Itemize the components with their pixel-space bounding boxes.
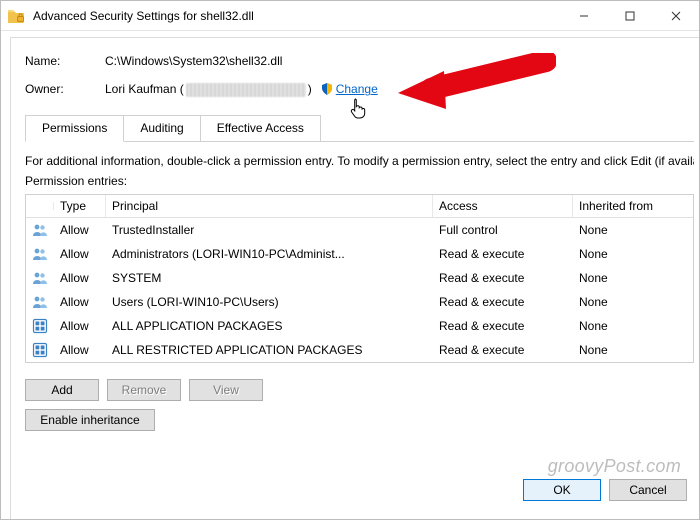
cancel-button[interactable]: Cancel [609,479,687,501]
table-row[interactable]: AllowUsers (LORI-WIN10-PC\Users)Read & e… [26,290,693,314]
package-icon [26,314,54,338]
table-row[interactable]: AllowALL RESTRICTED APPLICATION PACKAGES… [26,338,693,362]
owner-row: Owner: Lori Kaufman () Change [25,82,694,97]
entry-buttons: Add Remove View [25,379,694,401]
name-row: Name: C:\Windows\System32\shell32.dll [25,54,694,68]
package-icon [26,338,54,362]
owner-name-suffix: ) [308,82,312,96]
table-row[interactable]: AllowTrustedInstallerFull controlNone [26,218,693,242]
title-bar: Advanced Security Settings for shell32.d… [1,1,699,31]
table-row[interactable]: AllowAdministrators (LORI-WIN10-PC\Admin… [26,242,693,266]
cell-type: Allow [54,219,106,241]
col-type[interactable]: Type [54,195,106,217]
permission-entries-table[interactable]: Type Principal Access Inherited from All… [25,194,694,363]
users-icon [26,290,54,314]
cell-inherited: None [573,291,693,313]
cell-type: Allow [54,315,106,337]
cell-principal: ALL APPLICATION PACKAGES [106,315,433,337]
owner-name-prefix: Lori Kaufman ( [105,82,184,96]
tab-permissions[interactable]: Permissions [25,115,124,142]
window-frame: Advanced Security Settings for shell32.d… [0,0,700,520]
cell-inherited: None [573,243,693,265]
folder-lock-icon [7,7,25,25]
owner-account-redacted [186,83,306,97]
tab-effective-access[interactable]: Effective Access [200,115,321,142]
table-row[interactable]: AllowALL APPLICATION PACKAGESRead & exec… [26,314,693,338]
change-owner-link[interactable]: Change [336,82,378,96]
remove-button: Remove [107,379,181,401]
col-principal[interactable]: Principal [106,195,433,217]
minimize-button[interactable] [561,1,607,30]
inheritance-buttons: Enable inheritance [25,409,694,431]
close-button[interactable] [653,1,699,30]
cell-type: Allow [54,291,106,313]
dialog-footer: OK Cancel [523,479,687,501]
cell-type: Allow [54,267,106,289]
window-title: Advanced Security Settings for shell32.d… [33,9,561,23]
cell-inherited: None [573,267,693,289]
table-header: Type Principal Access Inherited from [26,195,693,218]
view-button: View [189,379,263,401]
cell-inherited: None [573,219,693,241]
users-icon [26,242,54,266]
col-access[interactable]: Access [433,195,573,217]
table-body: AllowTrustedInstallerFull controlNoneAll… [26,218,693,362]
cell-access: Read & execute [433,291,573,313]
ok-button[interactable]: OK [523,479,601,501]
cell-access: Read & execute [433,243,573,265]
cell-principal: SYSTEM [106,267,433,289]
cell-principal: TrustedInstaller [106,219,433,241]
name-label: Name: [25,54,105,68]
cell-access: Read & execute [433,339,573,361]
cell-access: Full control [433,219,573,241]
add-button[interactable]: Add [25,379,99,401]
entries-label: Permission entries: [25,174,694,188]
maximize-button[interactable] [607,1,653,30]
cell-principal: Users (LORI-WIN10-PC\Users) [106,291,433,313]
cell-principal: Administrators (LORI-WIN10-PC\Administ..… [106,243,433,265]
cell-inherited: None [573,339,693,361]
users-icon [26,266,54,290]
name-value: C:\Windows\System32\shell32.dll [105,54,282,68]
enable-inheritance-button[interactable]: Enable inheritance [25,409,155,431]
tab-auditing[interactable]: Auditing [123,115,200,142]
col-inherited[interactable]: Inherited from [573,195,693,217]
info-text: For additional information, double-click… [25,154,694,168]
owner-label: Owner: [25,82,105,96]
window-buttons [561,1,699,30]
col-icon[interactable] [26,202,54,210]
cell-principal: ALL RESTRICTED APPLICATION PACKAGES [106,339,433,361]
uac-shield-icon [320,82,334,96]
users-icon [26,218,54,242]
owner-value: Lori Kaufman () [105,82,312,97]
hand-cursor-icon [349,97,367,119]
cell-inherited: None [573,315,693,337]
table-row[interactable]: AllowSYSTEMRead & executeNone [26,266,693,290]
cell-access: Read & execute [433,315,573,337]
cell-type: Allow [54,243,106,265]
cell-type: Allow [54,339,106,361]
cell-access: Read & execute [433,267,573,289]
